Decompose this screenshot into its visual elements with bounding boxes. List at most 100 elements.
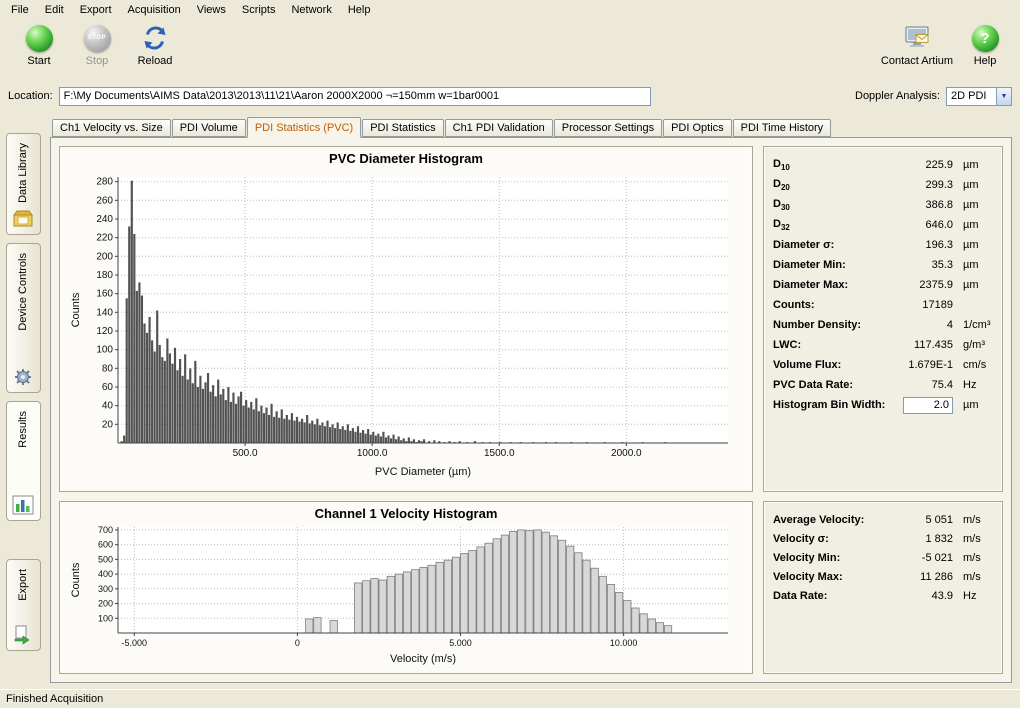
stat-value: 17189: [889, 299, 953, 311]
tab-pdi-statistics[interactable]: PDI Statistics: [362, 119, 443, 137]
stat-label: Diameter Max:: [773, 279, 889, 291]
menu-edit[interactable]: Edit: [37, 2, 72, 18]
stat-label: D20: [773, 178, 889, 192]
stat-label: Velocity Max:: [773, 571, 889, 583]
svg-text:500: 500: [98, 554, 113, 564]
stat-row: D32646.0µm: [773, 215, 993, 235]
stat-value: 225.9: [889, 159, 953, 171]
stat-unit: µm: [953, 179, 993, 191]
svg-text:180: 180: [96, 270, 113, 281]
doppler-analysis-select[interactable]: 2D PDI ▼: [946, 87, 1012, 106]
stat-unit: m/s: [953, 552, 993, 564]
svg-text:Velocity (m/s): Velocity (m/s): [390, 653, 456, 665]
svg-text:100: 100: [98, 613, 113, 623]
stat-value: -5 021: [889, 552, 953, 564]
contact-artium-icon: [903, 24, 931, 52]
status-bar: Finished Acquisition: [0, 689, 1020, 708]
svg-text:40: 40: [102, 401, 114, 412]
stat-row: Number Density:41/cm³: [773, 315, 993, 335]
menu-scripts[interactable]: Scripts: [234, 2, 284, 18]
tab-pdi-volume[interactable]: PDI Volume: [172, 119, 246, 137]
tab-processor-settings[interactable]: Processor Settings: [554, 119, 662, 137]
stat-unit: m/s: [953, 533, 993, 545]
pvc-diameter-histogram-chart: 2040608010012014016018020022024026028050…: [68, 169, 744, 482]
tab-pdi-statistics-pvc[interactable]: PDI Statistics (PVC): [247, 117, 361, 138]
stat-value: 646.0: [889, 219, 953, 231]
stat-row: D30386.8µm: [773, 195, 993, 215]
contact-artium-button[interactable]: Contact Artium: [878, 24, 956, 67]
menu-export[interactable]: Export: [72, 2, 120, 18]
stat-label: Diameter Min:: [773, 259, 889, 271]
sidebar-item-data-library[interactable]: Data Library: [6, 133, 41, 235]
velocity-stats-panel: Average Velocity:5 051m/sVelocity σ:1 83…: [763, 501, 1003, 674]
reload-button-label: Reload: [138, 55, 173, 67]
stat-row: Average Velocity:5 051m/s: [773, 510, 993, 529]
start-button[interactable]: Start: [10, 24, 68, 67]
main-area: Data Library Device Controls Results Export…: [0, 109, 1020, 689]
svg-text:2000.0: 2000.0: [611, 448, 642, 459]
svg-text:1000.0: 1000.0: [357, 448, 388, 459]
stat-value: 43.9: [889, 590, 953, 602]
stat-label: Average Velocity:: [773, 514, 889, 526]
menu-file[interactable]: File: [3, 2, 37, 18]
stat-unit: µm: [953, 259, 993, 271]
stat-label: Data Rate:: [773, 590, 889, 602]
sidebar-item-label: Results: [17, 411, 29, 448]
svg-text:220: 220: [96, 233, 113, 244]
stat-row: D10225.9µm: [773, 155, 993, 175]
stat-unit: Hz: [953, 379, 993, 391]
svg-text:5.000: 5.000: [449, 638, 472, 648]
velocity-histogram-chart: 100200300400500600700-5.00005.00010.000V…: [68, 522, 744, 669]
svg-text:600: 600: [98, 540, 113, 550]
stat-unit: µm: [953, 279, 993, 291]
chevron-down-icon: ▼: [996, 88, 1011, 105]
svg-text:160: 160: [96, 289, 113, 300]
stat-row: Diameter Max:2375.9µm: [773, 275, 993, 295]
tab-ch1-pdi-validation[interactable]: Ch1 PDI Validation: [445, 119, 553, 137]
stop-icon: STOP: [84, 25, 111, 52]
pvc-chart-title: PVC Diameter Histogram: [329, 151, 483, 169]
stat-label: Counts:: [773, 299, 889, 311]
tab-ch1-velocity-vs-size[interactable]: Ch1 Velocity vs. Size: [52, 119, 171, 137]
content-area: Ch1 Velocity vs. SizePDI VolumePDI Stati…: [46, 109, 1020, 689]
svg-text:-5.000: -5.000: [122, 638, 148, 648]
stat-value: 196.3: [889, 239, 953, 251]
stat-row: Velocity σ:1 832m/s: [773, 529, 993, 548]
stat-label: D30: [773, 198, 889, 212]
menu-acquisition[interactable]: Acquisition: [120, 2, 189, 18]
reload-button[interactable]: Reload: [126, 24, 184, 67]
stat-row: Diameter σ:196.3µm: [773, 235, 993, 255]
svg-text:0: 0: [295, 638, 300, 648]
menu-help[interactable]: Help: [340, 2, 379, 18]
location-input[interactable]: [59, 87, 651, 106]
svg-text:240: 240: [96, 214, 113, 225]
stat-row: D20299.3µm: [773, 175, 993, 195]
stat-row: Data Rate:43.9Hz: [773, 586, 993, 605]
sidebar-item-device-controls[interactable]: Device Controls: [6, 243, 41, 393]
histogram-bin-width-input[interactable]: [903, 397, 953, 414]
velocity-chart-title: Channel 1 Velocity Histogram: [315, 506, 498, 522]
tab-pdi-optics[interactable]: PDI Optics: [663, 119, 732, 137]
start-icon: [26, 25, 53, 52]
stat-row: Counts:17189: [773, 295, 993, 315]
sidebar-item-results[interactable]: Results: [6, 401, 41, 521]
menu-network[interactable]: Network: [283, 2, 339, 18]
sidebar-item-label: Export: [17, 569, 29, 601]
stat-value: 117.435: [889, 339, 953, 351]
tab-page-pdi-statistics-pvc: PVC Diameter Histogram 20406080100120140…: [50, 137, 1012, 683]
sidebar-item-export[interactable]: Export: [6, 559, 41, 651]
stop-button[interactable]: STOP Stop: [68, 24, 126, 67]
stat-label: D10: [773, 158, 889, 172]
svg-text:200: 200: [98, 599, 113, 609]
svg-text:120: 120: [96, 326, 113, 337]
stat-value: 11 286: [889, 571, 953, 583]
stat-label: LWC:: [773, 339, 889, 351]
menu-views[interactable]: Views: [189, 2, 234, 18]
tab-pdi-time-history[interactable]: PDI Time History: [733, 119, 832, 137]
location-label: Location:: [8, 90, 53, 102]
stat-label: Diameter σ:: [773, 239, 889, 251]
svg-text:PVC Diameter (µm): PVC Diameter (µm): [375, 466, 471, 478]
tab-bar: Ch1 Velocity vs. SizePDI VolumePDI Stati…: [50, 117, 1012, 137]
help-button[interactable]: ? Help: [964, 24, 1006, 67]
stat-label: Number Density:: [773, 319, 889, 331]
